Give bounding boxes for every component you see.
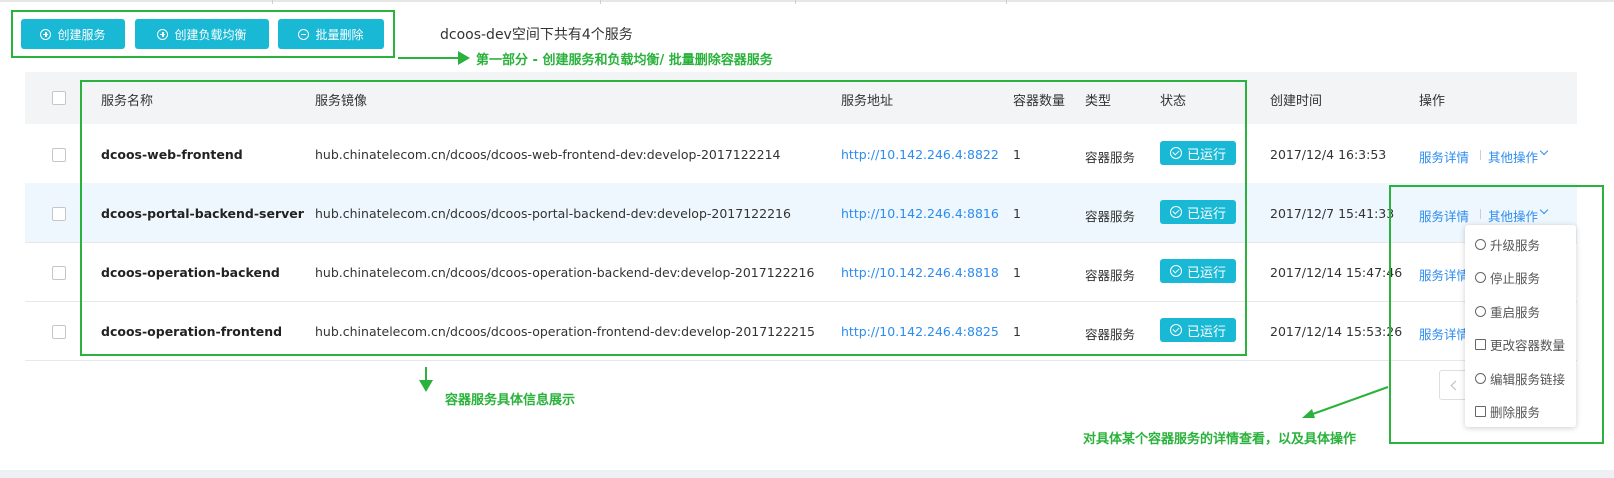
header-created-time: 创建时间 bbox=[1270, 94, 1323, 109]
plus-circle-icon bbox=[157, 28, 169, 40]
arrow-head-icon bbox=[419, 380, 433, 392]
row-checkbox[interactable] bbox=[52, 325, 66, 339]
service-detail-link[interactable]: 服务详情 bbox=[1419, 147, 1469, 166]
annotation-arrow bbox=[425, 367, 427, 381]
other-ops-dropdown[interactable]: 其他操作 bbox=[1488, 147, 1538, 166]
bottom-bar bbox=[0, 470, 1614, 478]
annotation-box-table bbox=[80, 80, 1247, 356]
annotation-detail-info: 容器服务具体信息展示 bbox=[445, 393, 576, 408]
minus-circle-icon bbox=[298, 28, 310, 40]
service-count-text: dcoos-dev空间下共有4个服务 bbox=[440, 27, 633, 43]
created-time: 2017/12/14 15:53:26 bbox=[1270, 324, 1403, 339]
annotation-part1: 第一部分 - 创建服务和负载均衡/ 批量删除容器服务 bbox=[476, 53, 773, 68]
annotation-arrow bbox=[1302, 386, 1389, 418]
annotation-ops-info: 对具体某个容器服务的详情查看，以及具体操作 bbox=[1083, 432, 1357, 447]
created-time: 2017/12/4 16:3:53 bbox=[1270, 147, 1387, 162]
header-operations: 操作 bbox=[1419, 94, 1446, 109]
plus-circle-icon bbox=[40, 28, 52, 40]
row-checkbox[interactable] bbox=[52, 148, 66, 162]
create-service-button[interactable]: 创建服务 bbox=[21, 19, 125, 49]
batch-delete-button[interactable]: 批量删除 bbox=[278, 19, 384, 49]
row-checkbox[interactable] bbox=[52, 266, 66, 280]
row-checkbox[interactable] bbox=[52, 207, 66, 221]
created-time: 2017/12/7 15:41:33 bbox=[1270, 206, 1395, 221]
created-time: 2017/12/14 15:47:46 bbox=[1270, 265, 1403, 280]
create-load-balancer-button[interactable]: 创建负载均衡 bbox=[135, 19, 269, 49]
arrow-head-icon bbox=[458, 51, 470, 65]
annotation-arrow bbox=[398, 57, 460, 59]
select-all-checkbox[interactable] bbox=[52, 91, 66, 105]
annotation-box-ops bbox=[1389, 185, 1604, 444]
top-border bbox=[0, 0, 1614, 2]
